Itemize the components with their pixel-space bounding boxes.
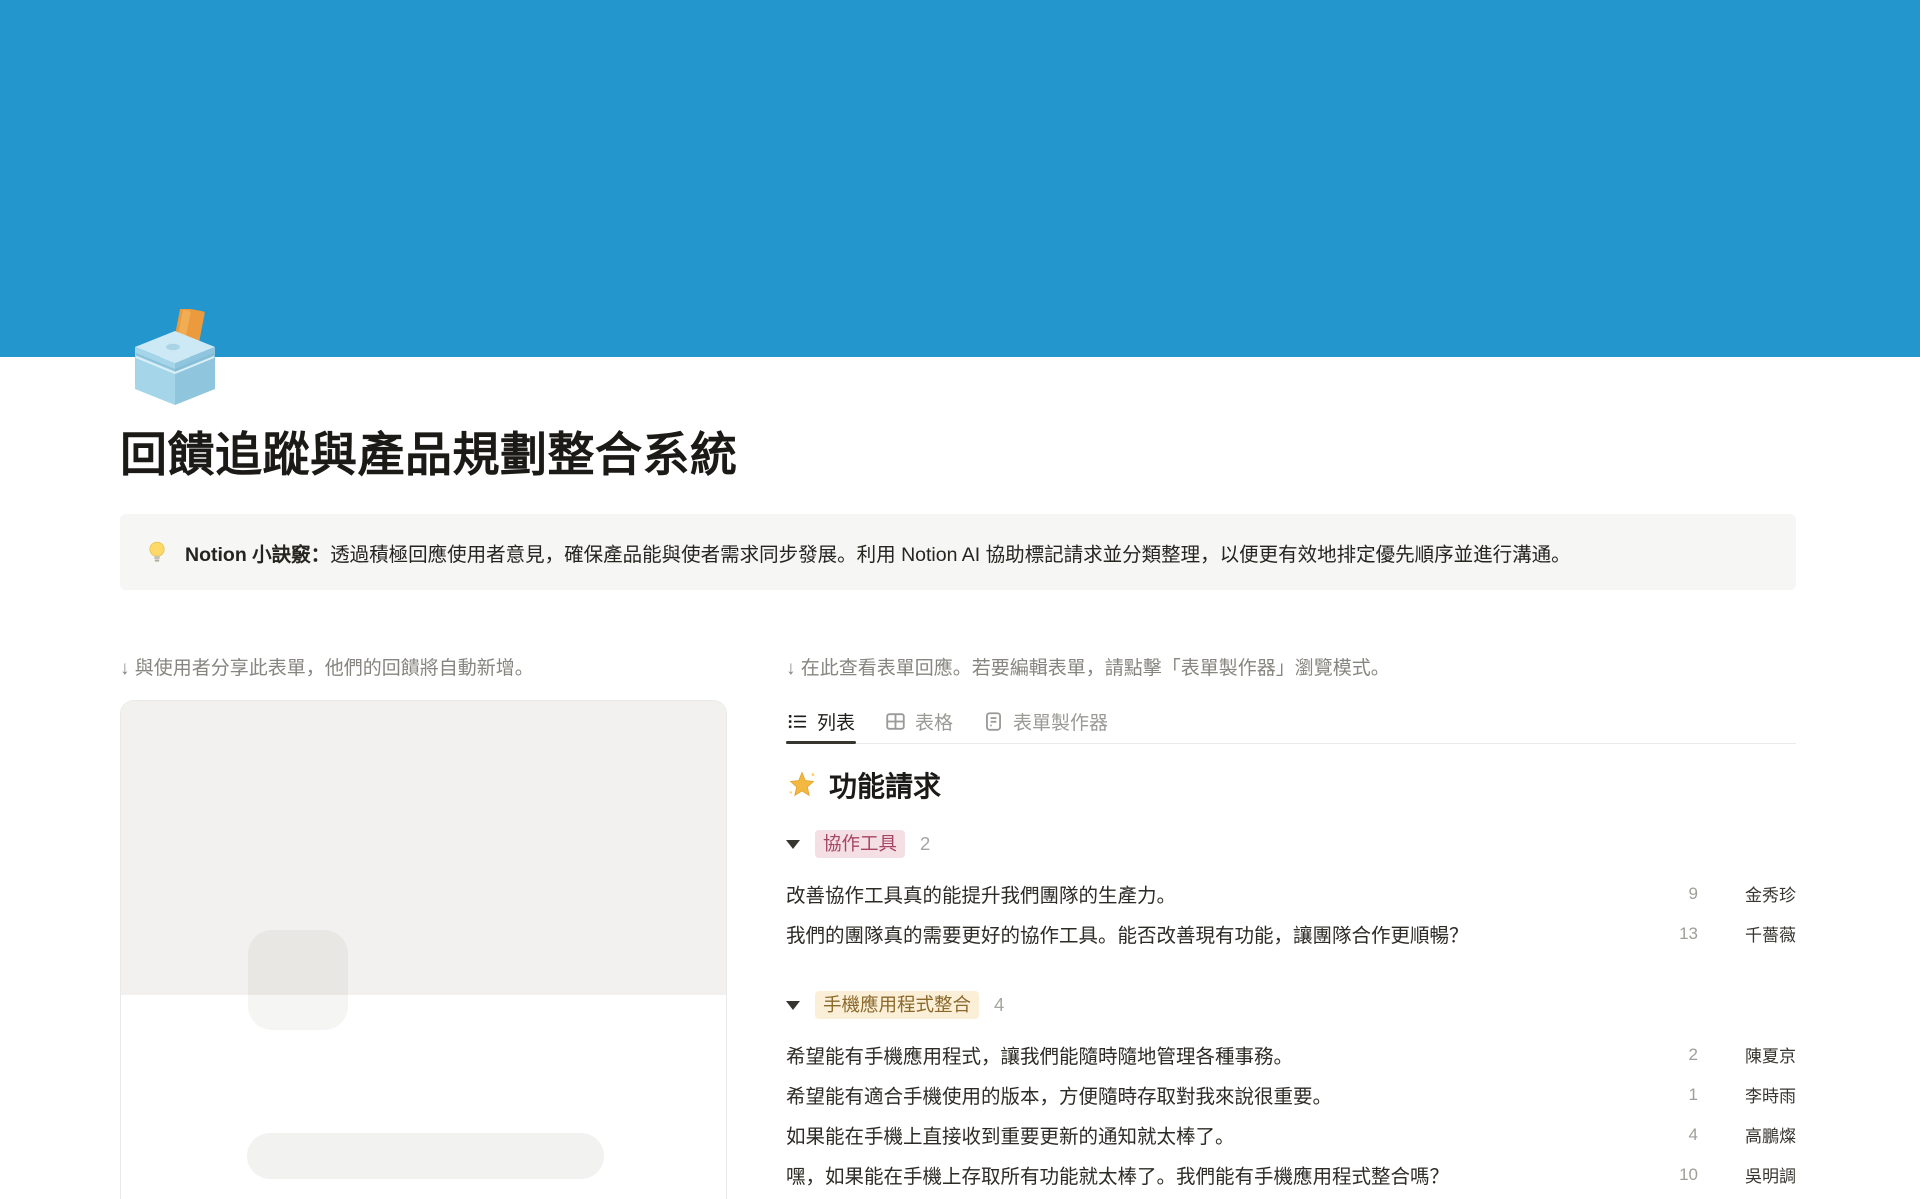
feedback-votes: 4 bbox=[1656, 1125, 1698, 1145]
feedback-votes: 13 bbox=[1656, 924, 1698, 944]
view-tabbar: 列表 表格 bbox=[786, 700, 1796, 744]
feedback-row[interactable]: 嘿，如果能在手機上存取所有功能就太棒了。我們能有手機應用程式整合嗎？ 10 吳明… bbox=[786, 1161, 1796, 1188]
tab-list-label: 列表 bbox=[817, 708, 855, 735]
feedback-row[interactable]: 希望能有適合手機使用的版本，方便隨時存取對我來說很重要。 1 李時雨 bbox=[786, 1081, 1796, 1108]
tip-callout-text: Notion 小訣竅：透過積極回應使用者意見，確保產品能與使者需求同步發展。利用… bbox=[185, 538, 1571, 567]
group-badge[interactable]: 手機應用程式整合 bbox=[815, 991, 979, 1019]
group-rows-collaboration: 改善協作工具真的能提升我們團隊的生產力。 9 金秀珍 我們的團隊真的需要更好的協… bbox=[786, 880, 1796, 947]
feedback-row[interactable]: 希望能有手機應用程式，讓我們能隨時隨地管理各種事務。 2 陳夏京 bbox=[786, 1041, 1796, 1068]
feedback-text: 我們的團隊真的需要更好的協作工具。能否改善現有功能，讓團隊合作更順暢？ bbox=[786, 919, 1656, 948]
tip-callout-bold: Notion 小訣竅： bbox=[185, 544, 330, 566]
responses-hint: ↓ 在此查看表單回應。若要編輯表單，請點擊「表單製作器」瀏覽模式。 bbox=[786, 657, 1796, 681]
form-share-column: ↓ 與使用者分享此表單，他們的回饋將自動新增。 bbox=[120, 657, 727, 1199]
feedback-votes: 2 bbox=[1656, 1045, 1698, 1065]
database-title-text: 功能請求 bbox=[829, 765, 941, 805]
tab-table-label: 表格 bbox=[915, 708, 953, 735]
group-rows-mobile: 希望能有手機應用程式，讓我們能隨時隨地管理各種事務。 2 陳夏京 希望能有適合手… bbox=[786, 1041, 1796, 1188]
table-view-icon bbox=[885, 711, 906, 732]
group-toggle-icon[interactable] bbox=[786, 1001, 800, 1010]
tab-table-view[interactable]: 表格 bbox=[884, 700, 954, 743]
tab-form-builder-label: 表單製作器 bbox=[1013, 708, 1108, 735]
tip-callout: Notion 小訣竅：透過積極回應使用者意見，確保產品能與使者需求同步發展。利用… bbox=[120, 514, 1796, 590]
feedback-text: 希望能有適合手機使用的版本，方便隨時存取對我來說很重要。 bbox=[786, 1080, 1656, 1109]
feedback-row[interactable]: 改善協作工具真的能提升我們團隊的生產力。 9 金秀珍 bbox=[786, 880, 1796, 907]
light-bulb-icon bbox=[144, 539, 170, 565]
form-share-hint: ↓ 與使用者分享此表單，他們的回饋將自動新增。 bbox=[120, 657, 727, 681]
form-preview-card[interactable] bbox=[120, 700, 727, 1199]
feedback-text: 如果能在手機上直接收到重要更新的通知就太棒了。 bbox=[786, 1120, 1656, 1149]
group-toggle-icon[interactable] bbox=[786, 840, 800, 849]
feedback-votes: 1 bbox=[1656, 1085, 1698, 1105]
list-view-icon bbox=[787, 711, 808, 732]
glowing-star-icon bbox=[786, 769, 818, 801]
feedback-text: 改善協作工具真的能提升我們團隊的生產力。 bbox=[786, 879, 1656, 908]
database-title: 功能請求 bbox=[786, 766, 1796, 804]
feedback-author: 吳明調 bbox=[1722, 1162, 1796, 1187]
feedback-author: 李時雨 bbox=[1722, 1082, 1796, 1107]
feedback-row[interactable]: 我們的團隊真的需要更好的協作工具。能否改善現有功能，讓團隊合作更順暢？ 13 千… bbox=[786, 920, 1796, 947]
group-count: 4 bbox=[994, 994, 1004, 1016]
feedback-votes: 9 bbox=[1656, 884, 1698, 904]
form-preview-icon-placeholder bbox=[248, 930, 348, 1030]
feedback-text: 希望能有手機應用程式，讓我們能隨時隨地管理各種事務。 bbox=[786, 1040, 1656, 1069]
feedback-text: 嘿，如果能在手機上存取所有功能就太棒了。我們能有手機應用程式整合嗎？ bbox=[786, 1160, 1656, 1189]
form-builder-icon bbox=[983, 711, 1004, 732]
tab-form-builder[interactable]: 表單製作器 bbox=[982, 700, 1109, 743]
page-title[interactable]: 回饋追蹤與產品規劃整合系統 bbox=[120, 416, 738, 485]
group-header-mobile: 手機應用程式整合 4 bbox=[786, 990, 1796, 1020]
tab-list-view[interactable]: 列表 bbox=[786, 700, 856, 743]
tip-callout-body: 透過積極回應使用者意見，確保產品能與使者需求同步發展。利用 Notion AI … bbox=[330, 544, 1570, 566]
group-count: 2 bbox=[920, 833, 930, 855]
feedback-author: 陳夏京 bbox=[1722, 1042, 1796, 1067]
responses-column: ↓ 在此查看表單回應。若要編輯表單，請點擊「表單製作器」瀏覽模式。 列表 bbox=[786, 657, 1796, 1188]
form-preview-cover bbox=[121, 701, 726, 995]
page-cover bbox=[0, 0, 1920, 357]
feedback-votes: 10 bbox=[1656, 1165, 1698, 1185]
group-header-collaboration: 協作工具 2 bbox=[786, 829, 1796, 859]
feedback-row[interactable]: 如果能在手機上直接收到重要更新的通知就太棒了。 4 高鵬燦 bbox=[786, 1121, 1796, 1148]
feedback-author: 千薔薇 bbox=[1722, 921, 1796, 946]
notion-page: 回饋追蹤與產品規劃整合系統 Notion 小訣竅：透過積極回應使用者意見，確保產… bbox=[0, 0, 1920, 1199]
ballot-box-icon[interactable] bbox=[127, 309, 223, 405]
feedback-author: 高鵬燦 bbox=[1722, 1122, 1796, 1147]
group-badge[interactable]: 協作工具 bbox=[815, 830, 905, 858]
feedback-author: 金秀珍 bbox=[1722, 881, 1796, 906]
form-preview-title-placeholder bbox=[247, 1133, 604, 1179]
